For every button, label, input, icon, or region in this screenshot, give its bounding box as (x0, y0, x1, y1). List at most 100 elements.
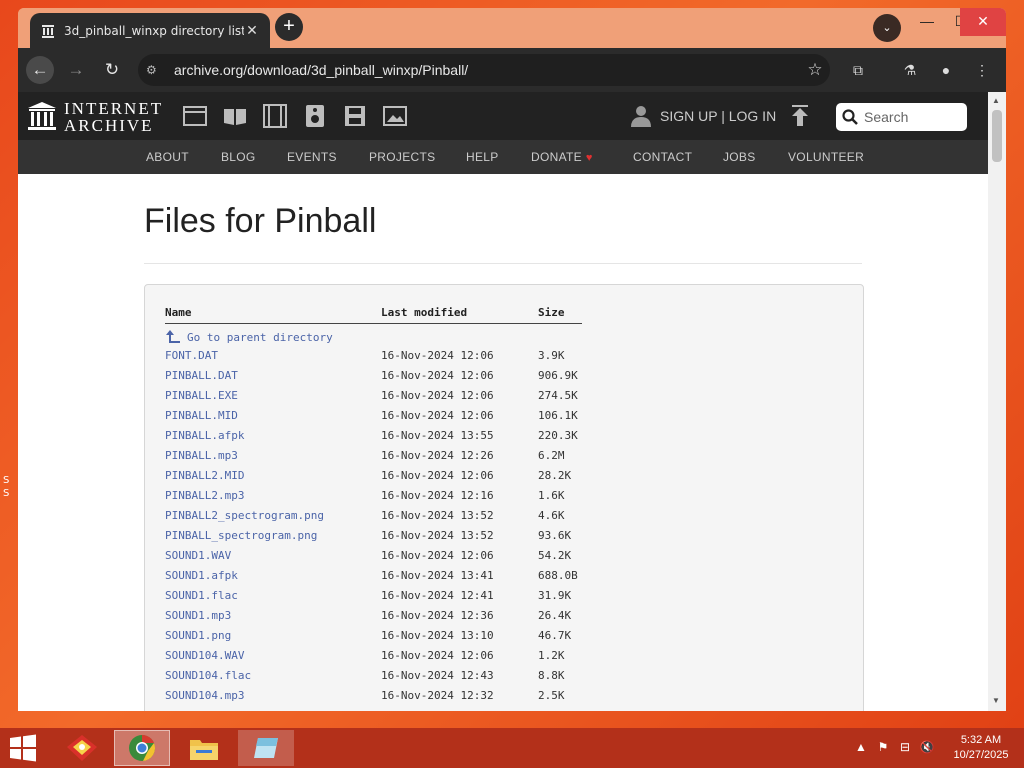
tab-close-icon[interactable]: ✕ (244, 23, 260, 39)
ia-nav-bar: ABOUT BLOG EVENTS PROJECTS HELP DONATE ♥ … (18, 140, 988, 174)
taskbar-explorer-icon[interactable] (176, 730, 232, 766)
file-name-link[interactable]: FONT.DAT (165, 349, 218, 362)
forward-button[interactable]: → (62, 56, 90, 84)
images-icon[interactable] (382, 103, 408, 129)
file-size: 31.9K (538, 589, 572, 602)
file-modified: 16-Nov-2024 13:10 (381, 629, 494, 642)
minimize-button[interactable]: — (910, 8, 944, 36)
column-header-modified[interactable]: Last modified (381, 306, 467, 319)
file-modified: 16-Nov-2024 13:52 (381, 509, 494, 522)
taskbar-pinball-icon[interactable] (54, 730, 110, 766)
nav-projects[interactable]: PROJECTS (369, 140, 435, 174)
column-header-size[interactable]: Size (538, 306, 565, 319)
file-name-link[interactable]: PINBALL.DAT (165, 369, 238, 382)
nav-contact[interactable]: CONTACT (633, 140, 692, 174)
profile-icon[interactable]: ● (936, 60, 956, 80)
back-button[interactable]: ← (26, 56, 54, 84)
nav-help[interactable]: HELP (466, 140, 499, 174)
labs-icon[interactable]: ⚗ (900, 60, 920, 80)
extensions-icon[interactable]: ⧉ (848, 60, 868, 80)
browser-menu-icon[interactable]: ⋮ (972, 60, 992, 80)
page-content: INTERNET ARCHIVE SIGN UP | LOG IN Search… (18, 92, 988, 711)
web-icon[interactable] (182, 103, 208, 129)
scroll-down-arrow-icon[interactable]: ▼ (992, 696, 1000, 705)
heart-icon: ♥ (585, 152, 593, 164)
file-size: 28.2K (538, 469, 572, 482)
nav-about[interactable]: ABOUT (146, 140, 189, 174)
desktop-edge-text: S S (3, 475, 10, 499)
tab-search-button[interactable]: ⌄ (873, 14, 901, 42)
table-row: PINBALL_spectrogram.png 16-Nov-2024 13:52… (165, 529, 765, 549)
file-size: 906.9K (538, 369, 578, 382)
site-info-icon[interactable]: ⚙ (146, 63, 168, 77)
volume-muted-icon[interactable]: 🔇 (916, 740, 938, 754)
window-close-button[interactable]: ✕ (960, 8, 1006, 36)
table-row: PINBALL2.mp3 16-Nov-2024 12:16 1.6K (165, 489, 765, 509)
nav-jobs[interactable]: JOBS (723, 140, 756, 174)
ia-topbar: INTERNET ARCHIVE SIGN UP | LOG IN (18, 92, 988, 140)
taskbar: ▲ ⚑ ⊟ 🔇 5:32 AM 10/27/2025 (0, 728, 1024, 768)
page-scrollbar[interactable]: ▲ ▼ (988, 92, 1006, 711)
nav-donate[interactable]: DONATE ♥ (531, 140, 593, 174)
taskbar-app-icon[interactable] (238, 730, 294, 766)
upload-icon[interactable] (790, 105, 810, 127)
file-name-link[interactable]: PINBALL.afpk (165, 429, 244, 442)
file-name-link[interactable]: SOUND104.WAV (165, 649, 244, 662)
table-row: SOUND1.mp3 16-Nov-2024 12:36 26.4K (165, 609, 765, 629)
archive-building-icon (28, 102, 56, 130)
ia-user-area[interactable]: SIGN UP | LOG IN (630, 105, 776, 127)
search-input[interactable] (864, 109, 960, 125)
file-name-link[interactable]: PINBALL2_spectrogram.png (165, 509, 324, 522)
clock[interactable]: 5:32 AM 10/27/2025 (946, 733, 1016, 763)
reload-button[interactable]: ↻ (98, 56, 126, 84)
table-row: PINBALL2_spectrogram.png 16-Nov-2024 13:5… (165, 509, 765, 529)
file-name-link[interactable]: PINBALL2.mp3 (165, 489, 244, 502)
windows-start-icon[interactable] (6, 734, 40, 762)
file-name-link[interactable]: SOUND104_spectrogram.png (165, 709, 324, 711)
nav-events[interactable]: EVENTS (287, 140, 337, 174)
file-size: 274.5K (538, 389, 578, 402)
file-name-link[interactable]: PINBALL.MID (165, 409, 238, 422)
file-name-link[interactable]: SOUND1.WAV (165, 549, 231, 562)
scrollbar-thumb[interactable] (992, 110, 1002, 162)
sign-up-login-link[interactable]: SIGN UP | LOG IN (660, 108, 776, 124)
action-center-icon[interactable]: ⚑ (872, 740, 894, 754)
scroll-up-arrow-icon[interactable]: ▲ (992, 96, 1000, 105)
user-avatar-icon (631, 106, 651, 127)
network-icon[interactable]: ⊟ (894, 740, 916, 754)
file-name-link[interactable]: SOUND104.flac (165, 669, 251, 682)
file-modified: 16-Nov-2024 12:43 (381, 669, 494, 682)
address-url[interactable]: archive.org/download/3d_pinball_winxp/Pi… (174, 62, 800, 78)
file-modified: 16-Nov-2024 12:32 (381, 689, 494, 702)
address-bar[interactable]: ⚙ archive.org/download/3d_pinball_winxp/… (138, 54, 830, 86)
file-name-link[interactable]: SOUND1.png (165, 629, 231, 642)
new-tab-button[interactable]: + (275, 13, 303, 41)
ia-logo[interactable]: INTERNET ARCHIVE (28, 100, 163, 134)
bookmark-star-icon[interactable]: ☆ (800, 60, 830, 80)
column-header-name[interactable]: Name (165, 306, 192, 319)
file-name-link[interactable]: SOUND1.afpk (165, 569, 238, 582)
file-name-link[interactable]: PINBALL2.MID (165, 469, 244, 482)
texts-icon[interactable] (222, 103, 248, 129)
file-name-link[interactable]: SOUND1.mp3 (165, 609, 231, 622)
table-row: SOUND104.WAV 16-Nov-2024 12:06 1.2K (165, 649, 765, 669)
nav-blog[interactable]: BLOG (221, 140, 256, 174)
file-name-link[interactable]: SOUND104.mp3 (165, 689, 244, 702)
table-row: PINBALL.EXE 16-Nov-2024 12:06 274.5K (165, 389, 765, 409)
file-name-link[interactable]: PINBALL_spectrogram.png (165, 529, 317, 542)
audio-icon[interactable] (302, 103, 328, 129)
browser-tab[interactable]: 3d_pinball_winxp directory listin ✕ (30, 13, 270, 48)
file-name-link[interactable]: PINBALL.mp3 (165, 449, 238, 462)
ia-search-box[interactable] (836, 103, 967, 131)
file-modified: 16-Nov-2024 13:52 (381, 529, 494, 542)
video-icon[interactable] (262, 103, 288, 129)
file-name-link[interactable]: PINBALL.EXE (165, 389, 238, 402)
parent-directory-link[interactable]: Go to parent directory (165, 329, 333, 345)
nav-volunteer[interactable]: VOLUNTEER (788, 140, 864, 174)
taskbar-chrome-icon[interactable] (114, 730, 170, 766)
logo-line-1: INTERNET (64, 99, 164, 118)
file-name-link[interactable]: SOUND1.flac (165, 589, 238, 602)
clock-time: 5:32 AM (960, 734, 1002, 746)
tray-chevron-icon[interactable]: ▲ (850, 740, 872, 754)
software-icon[interactable] (342, 103, 368, 129)
